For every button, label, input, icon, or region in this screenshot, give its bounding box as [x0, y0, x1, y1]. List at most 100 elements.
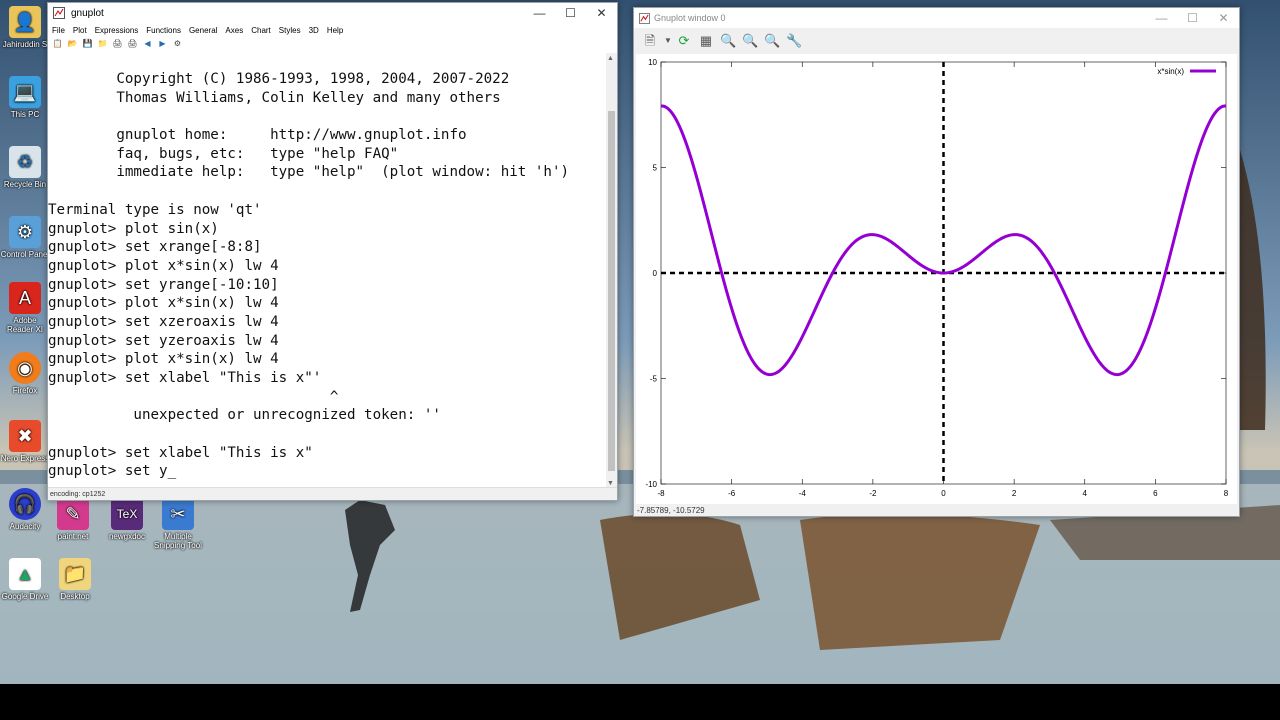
settings-wrench-icon[interactable]: 🔧 — [786, 33, 802, 49]
x-tick-label: 6 — [1153, 489, 1158, 498]
y-tick-label: -5 — [650, 375, 658, 384]
zoom-previous-icon[interactable]: 🔍 — [720, 33, 736, 49]
back-icon[interactable]: ◀ — [142, 39, 153, 49]
menu-plot[interactable]: Plot — [73, 26, 87, 35]
console-line: gnuplot home: http://www.gnuplot.info — [48, 127, 467, 144]
scroll-down-icon[interactable]: ▼ — [607, 480, 614, 487]
export-dropdown-icon[interactable]: ▼ — [664, 33, 672, 49]
plot-coordinate-status: -7.85789, -10.5729 — [637, 506, 705, 515]
console-line: gnuplot> set xrange[-8:8] — [48, 239, 262, 256]
close-button[interactable]: ✕ — [586, 3, 617, 23]
console-line: Terminal type is now 'qt' — [48, 201, 262, 218]
menu-expressions[interactable]: Expressions — [95, 26, 139, 35]
x-tick-label: -2 — [869, 489, 877, 498]
menu-general[interactable]: General — [189, 26, 217, 35]
folder-icon: 👤 — [9, 6, 41, 38]
audacity-icon: 🎧 — [9, 488, 41, 520]
save-icon[interactable]: 💾 — [82, 39, 93, 49]
desktop-icon-google-drive[interactable]: ▲ Google Drive — [0, 558, 50, 601]
grid-icon[interactable]: ▦ — [698, 33, 714, 49]
replot-icon[interactable]: ⟳ — [676, 33, 692, 49]
y-tick-label: 5 — [653, 164, 658, 173]
scrollbar-thumb[interactable] — [608, 111, 615, 471]
print-icon[interactable]: 🖨 — [112, 39, 123, 49]
plot-svg: -8 -6 -4 -2 0 2 4 6 8 -10 -5 0 5 10 x*sin(x) — [645, 58, 1229, 498]
change-dir-icon[interactable]: 📁 — [97, 39, 108, 49]
plot-window-title: Gnuplot window 0 — [654, 13, 726, 23]
desktop-icon-snipping-tool[interactable]: ✂ Multiple Snipping Tool — [153, 498, 203, 550]
plot-canvas[interactable]: -8 -6 -4 -2 0 2 4 6 8 -10 -5 0 5 10 x*sin(x) — [636, 54, 1237, 504]
scroll-up-icon[interactable]: ▲ — [607, 55, 614, 62]
console-scrollbar[interactable]: ▲ ▼ — [606, 53, 617, 489]
console-line: Copyright (C) 1986-1993, 1998, 2004, 200… — [48, 71, 510, 87]
desktop-icon-user-folder[interactable]: 👤 Jahiruddin S — [0, 6, 50, 49]
plot-toolbar: 🗎 ▼ ⟳ ▦ 🔍 🔍 🔍 🔧 — [634, 28, 1239, 53]
desktop-icon-recycle-bin[interactable]: ♻ Recycle Bin — [0, 146, 50, 189]
console-statusbar: encoding: cp1252 — [48, 487, 617, 500]
menu-help[interactable]: Help — [327, 26, 343, 35]
menu-file[interactable]: File — [52, 26, 65, 35]
menu-axes[interactable]: Axes — [225, 26, 243, 35]
console-line: gnuplot> set y_ — [48, 463, 177, 480]
close-button[interactable]: ✕ — [1208, 8, 1239, 28]
x-tick-label: -4 — [799, 489, 807, 498]
export-icon[interactable]: 🗎 — [642, 33, 658, 49]
minimize-button[interactable]: — — [524, 3, 555, 23]
console-line: immediate help: type "help" (plot window… — [48, 164, 570, 181]
console-line: unexpected or unrecognized token: '' — [48, 407, 441, 424]
console-line: gnuplot> plot sin(x) — [48, 220, 219, 237]
desktop-icon-this-pc[interactable]: 💻 This PC — [0, 76, 50, 119]
console-line: Thomas Williams, Colin Kelley and many o… — [48, 89, 501, 106]
console-output[interactable]: Copyright (C) 1986-1993, 1998, 2004, 200… — [48, 53, 608, 489]
menu-3d[interactable]: 3D — [309, 26, 319, 35]
legend-label: x*sin(x) — [1157, 67, 1184, 76]
gnuplot-plot-window[interactable]: Gnuplot window 0 — ☐ ✕ 🗎 ▼ ⟳ ▦ 🔍 🔍 🔍 🔧 -… — [633, 7, 1240, 517]
x-tick-label: 8 — [1224, 489, 1229, 498]
forward-icon[interactable]: ▶ — [157, 39, 168, 49]
maximize-button[interactable]: ☐ — [1177, 8, 1208, 28]
console-line: faq, bugs, etc: type "help FAQ" — [48, 145, 399, 162]
console-line: gnuplot> plot x*sin(x) lw 4 — [48, 351, 279, 368]
desktop-icon-newgxdoc[interactable]: TeX newgxdoc — [102, 498, 152, 541]
desktop-icon-firefox[interactable]: ◉ Firefox — [0, 352, 50, 395]
open-folder-icon[interactable]: 📂 — [67, 39, 78, 49]
console-titlebar[interactable]: gnuplot — ☐ ✕ — [48, 3, 617, 23]
console-line: gnuplot> plot x*sin(x) lw 4 — [48, 257, 279, 274]
desktop-icon-audacity[interactable]: 🎧 Audacity — [0, 488, 50, 531]
plot-titlebar[interactable]: Gnuplot window 0 — ☐ ✕ — [634, 8, 1239, 28]
x-tick-label: -8 — [657, 489, 665, 498]
minimize-button[interactable]: — — [1146, 8, 1177, 28]
google-drive-icon: ▲ — [9, 558, 41, 590]
console-line: gnuplot> set xzeroaxis lw 4 — [48, 313, 279, 330]
menu-styles[interactable]: Styles — [279, 26, 301, 35]
desktop-icon-desktop-folder[interactable]: 📁 Desktop — [50, 558, 100, 601]
unzoom-icon[interactable]: 🔍 — [764, 33, 780, 49]
tex-icon: TeX — [111, 498, 143, 530]
desktop-icon-control-panel[interactable]: ⚙ Control Panel — [0, 216, 50, 259]
menu-functions[interactable]: Functions — [146, 26, 181, 35]
console-line: gnuplot> set xlabel "This is x" — [48, 444, 313, 461]
console-line: ^ — [48, 388, 339, 405]
console-title: gnuplot — [71, 7, 104, 19]
y-tick-label: -10 — [645, 480, 657, 489]
paste-icon[interactable]: 📋 — [52, 39, 63, 49]
gnuplot-console-window[interactable]: gnuplot — ☐ ✕ File Plot Expressions Func… — [47, 2, 618, 501]
console-line: gnuplot> set yzeroaxis lw 4 — [48, 332, 279, 349]
desktop-icon-paint-net[interactable]: ✎ paint.net — [48, 498, 98, 541]
print-preview-icon[interactable]: 🖨 — [127, 39, 138, 49]
computer-icon: 💻 — [9, 76, 41, 108]
maximize-button[interactable]: ☐ — [555, 3, 586, 23]
y-tick-label: 0 — [653, 269, 658, 278]
nero-icon: ✖ — [9, 420, 41, 452]
snipping-tool-icon: ✂ — [162, 498, 194, 530]
firefox-icon: ◉ — [9, 352, 41, 384]
console-menubar: File Plot Expressions Functions General … — [48, 23, 617, 37]
menu-chart[interactable]: Chart — [251, 26, 271, 35]
recycle-bin-icon: ♻ — [9, 146, 41, 178]
zoom-next-icon[interactable]: 🔍 — [742, 33, 758, 49]
desktop-icon-nero-express[interactable]: ✖ Nero Express — [0, 420, 50, 463]
options-icon[interactable]: ⚙ — [172, 39, 183, 49]
desktop-icon-adobe-reader[interactable]: A Adobe Reader XI — [0, 282, 50, 334]
